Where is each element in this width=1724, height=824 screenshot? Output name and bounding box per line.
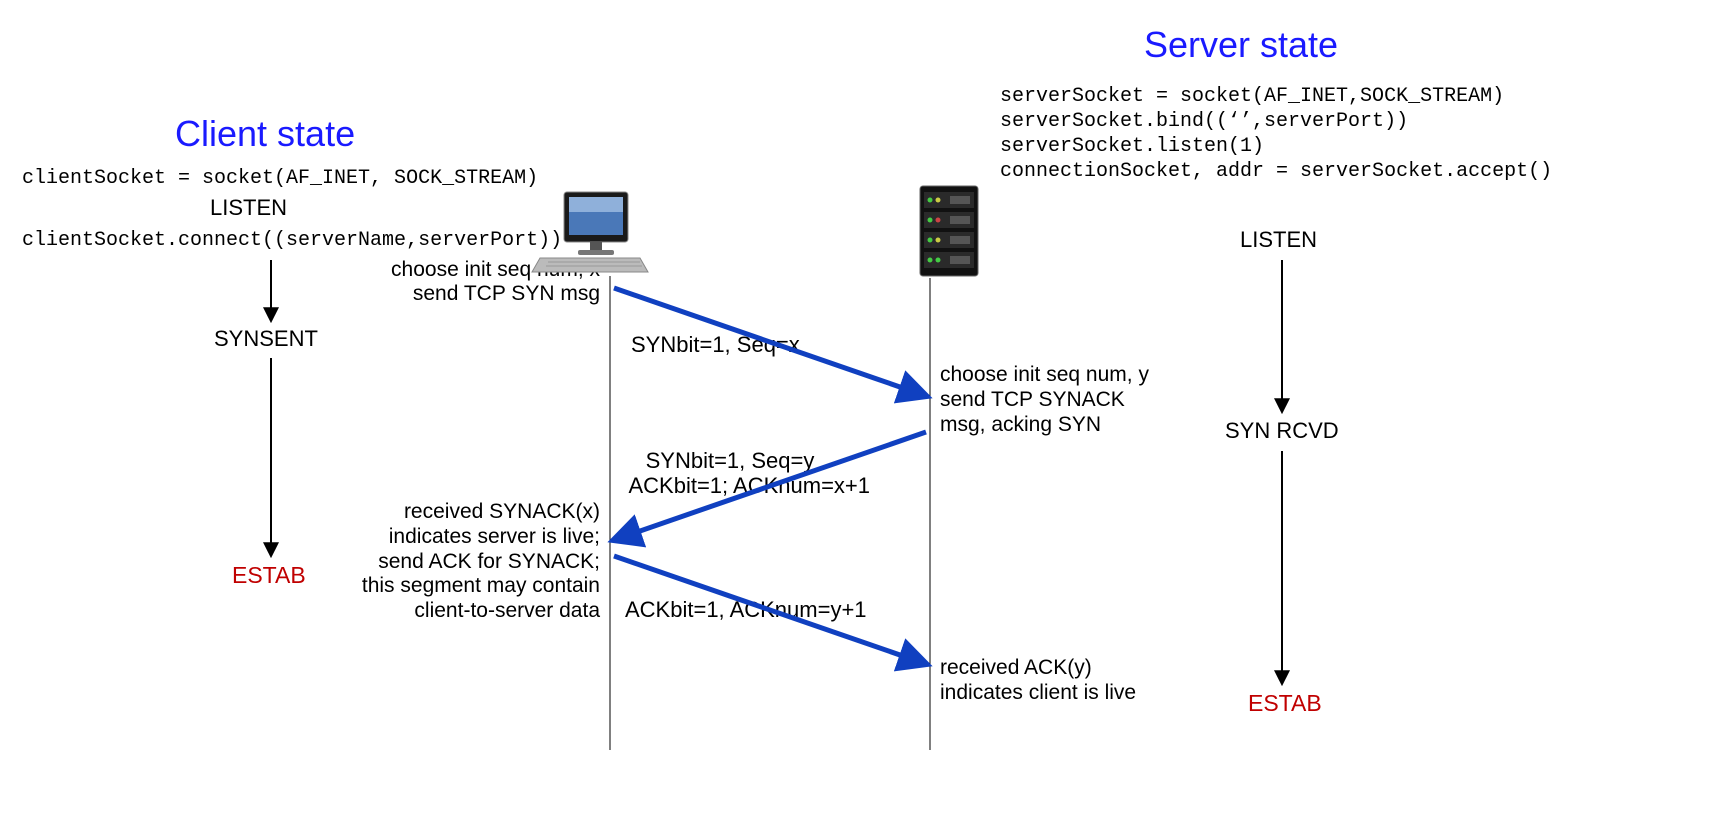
server-code-3: serverSocket.listen(1)	[1000, 135, 1264, 158]
server-icon	[920, 186, 978, 276]
server-note-2-l2: indicates client is live	[940, 681, 1240, 706]
server-note-1-l3: msg, acking SYN	[940, 413, 1240, 438]
client-note-2-l4: this segment may contain	[210, 574, 600, 599]
client-code-2: clientSocket.connect((serverName,serverP…	[22, 229, 562, 252]
client-state-listen: LISTEN	[210, 195, 287, 221]
msg-ack: ACKbit=1, ACKnum=y+1	[625, 597, 867, 623]
client-note-2-l2: indicates server is live;	[210, 525, 600, 550]
server-note-2: received ACK(y) indicates client is live	[940, 656, 1240, 706]
server-note-1: choose init seq num, y send TCP SYNACK m…	[940, 363, 1240, 437]
client-note-2: received SYNACK(x) indicates server is l…	[210, 500, 600, 624]
server-code-1: serverSocket = socket(AF_INET,SOCK_STREA…	[1000, 85, 1504, 108]
client-note-1-l2: send TCP SYN msg	[210, 282, 600, 306]
client-note-2-l3: send ACK for SYNACK;	[210, 550, 600, 575]
msg-synack-l1: SYNbit=1, Seq=y	[590, 448, 870, 473]
server-note-1-l1: choose init seq num, y	[940, 363, 1240, 388]
client-note-1-l1: choose init seq num, x	[210, 258, 600, 282]
client-note-1: choose init seq num, x send TCP SYN msg	[210, 258, 600, 306]
server-code-4: connectionSocket, addr = serverSocket.ac…	[1000, 160, 1552, 183]
server-note-2-l1: received ACK(y)	[940, 656, 1240, 681]
server-note-1-l2: send TCP SYNACK	[940, 388, 1240, 413]
server-state-listen: LISTEN	[1240, 227, 1317, 253]
server-state-synrcvd: SYN RCVD	[1225, 418, 1339, 444]
msg-syn: SYNbit=1, Seq=x	[631, 332, 800, 358]
client-note-2-l1: received SYNACK(x)	[210, 500, 600, 525]
msg-synack: SYNbit=1, Seq=y ACKbit=1; ACKnum=x+1	[590, 448, 870, 499]
client-note-2-l5: client-to-server data	[210, 599, 600, 624]
client-title: Client state	[175, 113, 355, 155]
server-state-estab: ESTAB	[1248, 690, 1322, 717]
client-state-synsent: SYNSENT	[214, 326, 318, 352]
server-code-2: serverSocket.bind((‘’,serverPort))	[1000, 110, 1408, 133]
client-code-1: clientSocket = socket(AF_INET, SOCK_STRE…	[22, 167, 538, 190]
server-title: Server state	[1144, 24, 1338, 66]
msg-synack-l2: ACKbit=1; ACKnum=x+1	[590, 473, 870, 498]
